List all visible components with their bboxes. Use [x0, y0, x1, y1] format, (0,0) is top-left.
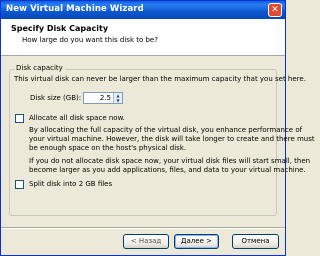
allocate-description-line: By allocating the full capacity of the v… [29, 126, 303, 134]
split-disk-label[interactable]: Split disk into 2 GB files [29, 180, 112, 189]
next-button[interactable]: Далее > [174, 234, 219, 249]
cancel-button[interactable]: Отмена [232, 234, 279, 249]
allocate-description-line: be enough space on the host's physical d… [29, 144, 187, 152]
disk-capacity-group-label: Disk capacity [14, 64, 65, 72]
footer-divider [1, 227, 285, 229]
down-arrow-icon[interactable]: ▼ [113, 98, 122, 103]
split-disk-checkbox[interactable] [15, 180, 24, 189]
page-subtitle: How large do you want this disk to be? [22, 36, 158, 44]
allocate-now-label[interactable]: Allocate all disk space now. [29, 114, 125, 123]
disk-size-label: Disk size (GB): [30, 94, 82, 102]
capacity-description: This virtual disk can never be larger th… [14, 75, 306, 83]
nonallocate-description-line: If you do not allocate disk space now, y… [29, 157, 311, 165]
nonallocate-description-line: become larger as you add applications, f… [29, 166, 306, 174]
window-title: New Virtual Machine Wizard [6, 4, 144, 14]
wizard-window: New Virtual Machine Wizard ✕ Specify Dis… [0, 0, 315, 256]
wizard-header: Specify Disk Capacity How large do you w… [1, 19, 285, 56]
title-bar[interactable]: New Virtual Machine Wizard ✕ [1, 1, 285, 19]
back-button[interactable]: < Назад [123, 234, 169, 249]
close-icon: ✕ [271, 5, 279, 15]
page-title: Specify Disk Capacity [11, 24, 109, 33]
allocate-description-line: your virtual machine. However, the disk … [29, 135, 315, 143]
disk-size-field[interactable]: 2.5 ▲ ▼ [83, 92, 123, 104]
allocate-now-checkbox[interactable] [15, 114, 24, 123]
disk-size-value[interactable]: 2.5 [100, 94, 111, 102]
close-button[interactable]: ✕ [268, 3, 282, 17]
